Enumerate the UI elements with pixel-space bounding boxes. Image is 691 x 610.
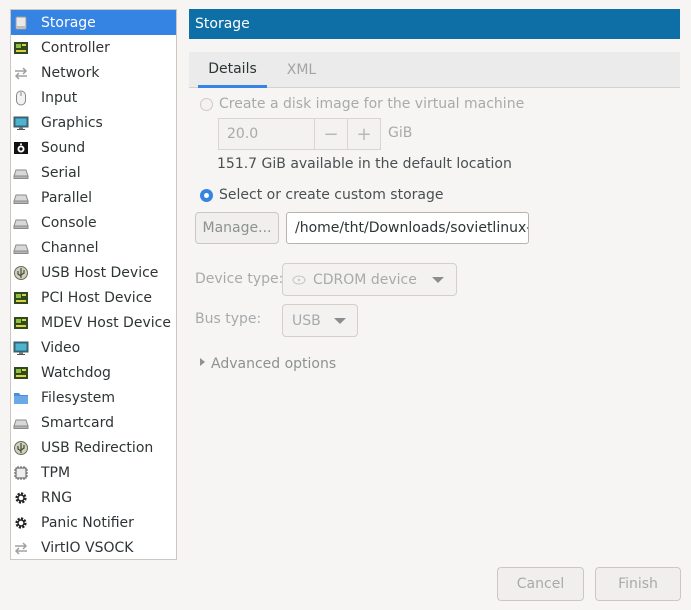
sidebar-item-watchdog[interactable]: Watchdog [11, 360, 176, 385]
page-title-bar: Storage [189, 9, 680, 39]
sidebar-item-pci-host-device[interactable]: PCI Host Device [11, 285, 176, 310]
sidebar-item-video[interactable]: Video [11, 335, 176, 360]
bus-type-value: USB [292, 312, 321, 329]
sidebar-item-filesystem[interactable]: Filesystem [11, 385, 176, 410]
tab-details[interactable]: Details [198, 52, 267, 88]
port-icon [13, 415, 29, 431]
monitor-icon [13, 115, 29, 131]
custom-storage-radio[interactable] [200, 189, 213, 202]
tab-bar: Details XML [189, 52, 680, 88]
disk-size-unit: GiB [388, 125, 413, 141]
bus-type-label: Bus type: [195, 311, 262, 327]
expander-arrow-icon[interactable] [200, 358, 205, 366]
disk-size-value[interactable]: 20.0 [219, 126, 314, 142]
device-type-select[interactable]: CDROM device [282, 263, 457, 296]
sidebar-item-label: MDEV Host Device [41, 314, 171, 331]
device-type-list[interactable]: Storage Controller Network Input Graphics Sou… [10, 9, 177, 560]
storage-path-input[interactable]: /home/tht/Downloads/sovietlinux-2 [286, 212, 529, 244]
gear-icon [13, 515, 29, 531]
device-type-label: Device type: [195, 271, 284, 287]
finish-button[interactable]: Finish [595, 567, 681, 601]
sidebar-item-label: Watchdog [41, 364, 111, 381]
sidebar-item-virtio-vsock[interactable]: VirtIO VSOCK [11, 535, 176, 559]
disk-icon [13, 15, 29, 31]
sidebar-item-smartcard[interactable]: Smartcard [11, 410, 176, 435]
network-arrows-icon [13, 65, 29, 81]
sidebar-item-label: Serial [41, 164, 81, 181]
sidebar-item-label: Controller [41, 39, 110, 56]
available-space-text: 151.7 GiB available in the default locat… [217, 156, 512, 172]
sidebar-item-label: TPM [41, 464, 71, 481]
sidebar-item-serial[interactable]: Serial [11, 160, 176, 185]
tpm-chip-icon [13, 465, 29, 481]
usb-icon [13, 265, 29, 281]
sidebar-item-panic-notifier[interactable]: Panic Notifier [11, 510, 176, 535]
sidebar-item-label: Input [41, 89, 78, 106]
gear-icon [13, 490, 29, 506]
sidebar-item-label: Video [41, 339, 81, 356]
sidebar-item-graphics[interactable]: Graphics [11, 110, 176, 135]
sidebar-item-label: USB Host Device [41, 264, 159, 281]
details-panel: Details XML Create a disk image for the … [189, 52, 680, 560]
chip-icon [13, 290, 29, 306]
port-icon [13, 190, 29, 206]
sidebar-item-label: Sound [41, 139, 86, 156]
device-type-value: CDROM device [313, 271, 417, 288]
create-disk-label: Create a disk image for the virtual mach… [219, 96, 525, 112]
usb-icon [13, 440, 29, 456]
increment-button[interactable]: + [347, 119, 380, 149]
cancel-button[interactable]: Cancel [497, 567, 584, 601]
sidebar-item-input[interactable]: Input [11, 85, 176, 110]
port-icon [13, 215, 29, 231]
chip-icon [13, 365, 29, 381]
sidebar-item-label: Network [41, 64, 100, 81]
sidebar-item-label: Filesystem [41, 389, 116, 406]
chip-icon [13, 315, 29, 331]
chip-icon [13, 40, 29, 56]
decrement-button[interactable]: − [314, 119, 347, 149]
sidebar-item-label: Parallel [41, 189, 93, 206]
advanced-options-expander[interactable]: Advanced options [211, 356, 336, 372]
sidebar-item-controller[interactable]: Controller [11, 35, 176, 60]
sidebar-item-label: Console [41, 214, 97, 231]
port-icon [13, 240, 29, 256]
sidebar-item-console[interactable]: Console [11, 210, 176, 235]
tab-xml[interactable]: XML [273, 52, 330, 88]
sidebar-item-label: Panic Notifier [41, 514, 134, 531]
chevron-down-icon [432, 276, 444, 283]
sidebar-item-sound[interactable]: Sound [11, 135, 176, 160]
sidebar-item-label: PCI Host Device [41, 289, 153, 306]
chevron-down-icon [334, 317, 346, 324]
bus-type-select[interactable]: USB [282, 304, 358, 337]
monitor-icon [13, 340, 29, 356]
sidebar-item-rng[interactable]: RNG [11, 485, 176, 510]
manage-button[interactable]: Manage... [195, 212, 279, 244]
sidebar-item-parallel[interactable]: Parallel [11, 185, 176, 210]
create-disk-radio[interactable] [200, 98, 213, 111]
custom-storage-label: Select or create custom storage [219, 187, 444, 203]
sidebar-item-label: Storage [41, 14, 96, 31]
sidebar-item-network[interactable]: Network [11, 60, 176, 85]
sidebar-item-storage[interactable]: Storage [11, 10, 176, 35]
sidebar-item-label: Graphics [41, 114, 103, 131]
port-icon [13, 165, 29, 181]
sidebar-item-tpm[interactable]: TPM [11, 460, 176, 485]
sidebar-item-label: VirtIO VSOCK [41, 539, 134, 556]
folder-icon [13, 390, 29, 406]
network-arrows-icon [13, 540, 29, 556]
sidebar-item-mdev-host-device[interactable]: MDEV Host Device [11, 310, 176, 335]
cdrom-icon [291, 272, 307, 288]
page-title: Storage [195, 16, 250, 32]
sidebar-item-channel[interactable]: Channel [11, 235, 176, 260]
sidebar-item-label: RNG [41, 489, 73, 506]
sidebar-item-label: USB Redirection [41, 439, 154, 456]
sidebar-item-usb-host-device[interactable]: USB Host Device [11, 260, 176, 285]
disk-size-spinner[interactable]: 20.0 − + [218, 118, 381, 150]
sidebar-item-usb-redirection[interactable]: USB Redirection [11, 435, 176, 460]
sidebar-item-label: Channel [41, 239, 99, 256]
mouse-icon [13, 90, 29, 106]
speaker-icon [13, 140, 29, 156]
sidebar-item-label: Smartcard [41, 414, 115, 431]
